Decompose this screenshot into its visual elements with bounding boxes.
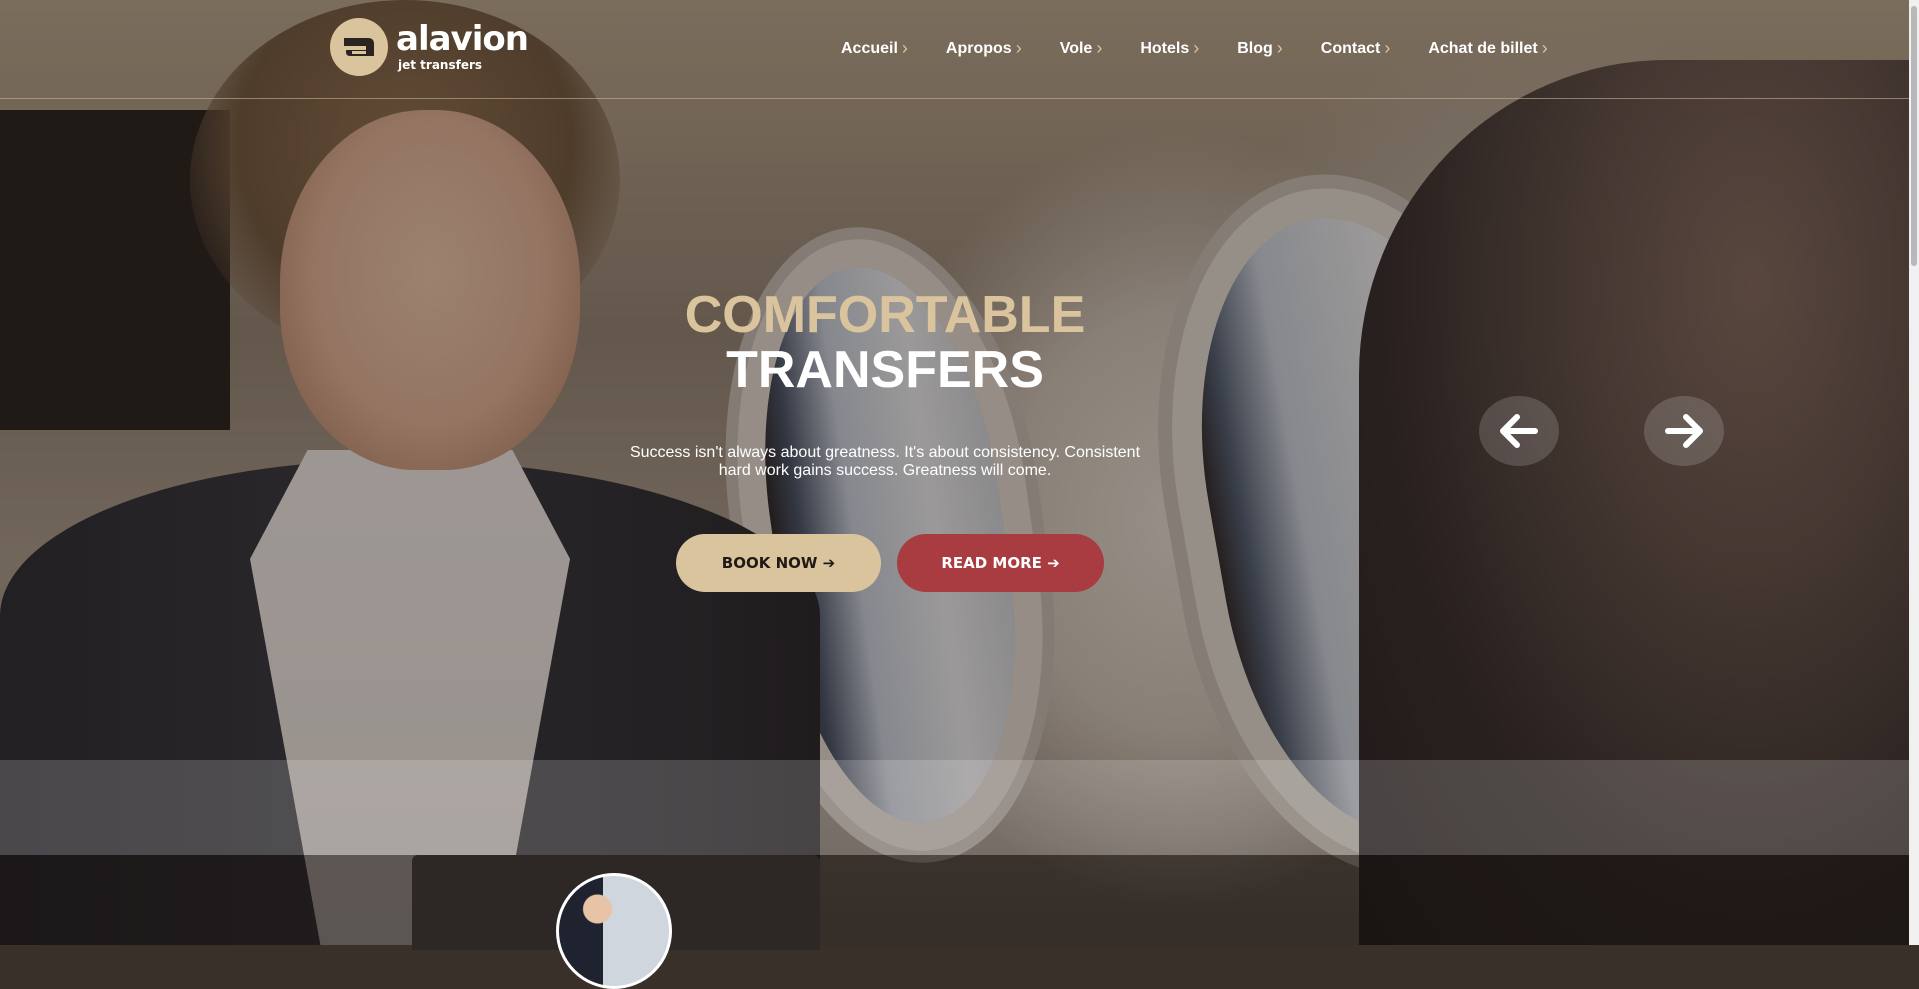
read-more-button[interactable]: READ MORE ➔ <box>897 534 1104 592</box>
scrollbar-thumb[interactable] <box>1911 6 1917 266</box>
nav-label: Accueil <box>841 39 898 57</box>
chevron-right-icon: › <box>1384 38 1391 58</box>
nav-label: Apropos <box>945 39 1012 57</box>
nav-label: Vole <box>1059 39 1093 57</box>
slider-prev-button[interactable] <box>1479 396 1559 466</box>
nav-item-blog[interactable]: Blog › <box>1237 38 1283 59</box>
nav-label: Contact <box>1320 39 1381 57</box>
cards-strip <box>0 855 1919 945</box>
arrow-right-icon <box>1665 414 1703 448</box>
page-scrollbar[interactable] <box>1909 0 1919 945</box>
logo[interactable]: alavion jet transfers <box>330 18 529 76</box>
hero-title-line1: COMFORTABLE <box>684 286 1086 344</box>
brand-tagline: jet transfers <box>398 58 483 72</box>
brand-name: alavion <box>396 19 529 59</box>
arrow-left-icon <box>1500 414 1538 448</box>
chevron-right-icon: › <box>1193 38 1200 58</box>
nav-item-achat-de-billet[interactable]: Achat de billet › <box>1428 38 1547 59</box>
chevron-right-icon: › <box>1276 38 1283 58</box>
site-header: alavion jet transfers Accueil › Apropos … <box>0 0 1919 99</box>
chevron-right-icon: › <box>1096 38 1103 58</box>
nav-item-contact[interactable]: Contact › <box>1321 38 1391 59</box>
hero-subtitle: Success isn't always about greatness. It… <box>629 444 1141 479</box>
nav-label: Blog <box>1237 39 1273 57</box>
nav-item-accueil[interactable]: Accueil › <box>841 38 908 59</box>
nav-label: Achat de billet <box>1428 39 1538 57</box>
nav-item-hotels[interactable]: Hotels › <box>1140 38 1199 59</box>
nav-label: Hotels <box>1140 39 1190 57</box>
nav-item-apropos[interactable]: Apropos › <box>946 38 1022 59</box>
nav-item-vole[interactable]: Vole › <box>1060 38 1103 59</box>
hero-bottom-band <box>0 760 1919 855</box>
hero-title-line2: TRANSFERS <box>726 341 1044 399</box>
chevron-right-icon: › <box>901 38 908 58</box>
chevron-right-icon: › <box>1015 38 1022 58</box>
chevron-right-icon: › <box>1541 38 1548 58</box>
card-thumbnail-image <box>556 873 672 989</box>
main-nav: Accueil › Apropos › Vole › Hotels › Blog… <box>841 38 1586 59</box>
logo-icon <box>330 18 388 76</box>
slider-next-button[interactable] <box>1644 396 1724 466</box>
book-now-button[interactable]: BOOK NOW ➔ <box>676 534 881 592</box>
